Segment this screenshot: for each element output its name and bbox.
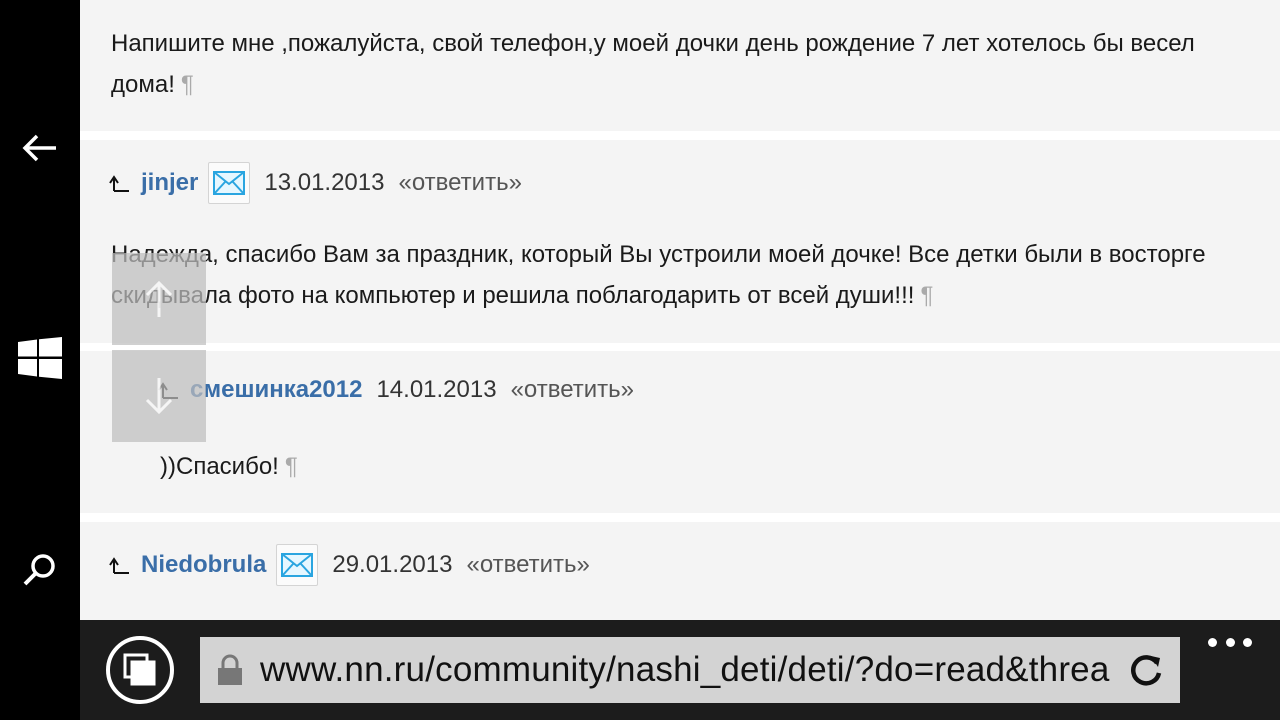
more-icon-dot <box>1243 637 1252 647</box>
page-content[interactable]: Напишите мне ,пожалуйста, свой телефон,у… <box>80 0 1280 620</box>
back-button[interactable] <box>0 118 80 178</box>
pilcrow-mark: ¶ <box>180 71 194 98</box>
windows-logo-icon <box>18 337 62 379</box>
mail-icon <box>213 171 246 195</box>
more-icon-dot <box>1225 637 1235 647</box>
reply-link[interactable]: «ответить» <box>466 551 589 579</box>
comment-date: 29.01.2013 <box>332 551 453 578</box>
comment-reply-post: смешинка2012 14.01.2013 «ответить» ))Спа… <box>80 351 1280 513</box>
comment-meta: Niedobrula 29.01.2013 «ответить» <box>109 543 590 587</box>
comment-line: Напишите мне ,пожалуйста, свой телефон,у… <box>111 30 1195 57</box>
comment-post: jinjer 13.01.2013 «ответить» Надежда, сп… <box>80 140 1280 343</box>
pilcrow-mark: ¶ <box>920 282 934 309</box>
refresh-icon <box>1131 655 1162 686</box>
comment-post: Напишите мне ,пожалуйста, свой телефон,у… <box>80 0 1280 131</box>
comment-text: Надежда, спасибо Вам за праздник, которы… <box>111 234 1206 316</box>
comment-line: Надежда, спасибо Вам за праздник, которы… <box>111 241 1206 268</box>
send-message-button[interactable] <box>208 162 251 204</box>
send-message-button[interactable] <box>276 544 319 586</box>
system-nav-bar <box>0 0 80 720</box>
more-button[interactable] <box>1208 630 1252 654</box>
author-link[interactable]: Niedobrula <box>141 551 266 579</box>
comment-post: Niedobrula 29.01.2013 «ответить» <box>80 522 1280 620</box>
lock-icon <box>200 654 260 686</box>
comment-line: скидывала фото на компьютер и решила поб… <box>111 282 915 309</box>
scroll-up-button[interactable] <box>112 253 206 345</box>
browser-address-bar: www.nn.ru/community/nashi_deti/deti/?do=… <box>80 620 1280 720</box>
comment-date: 14.01.2013 <box>376 376 497 403</box>
comment-text: Напишите мне ,пожалуйста, свой телефон,у… <box>111 23 1195 105</box>
comment-meta: смешинка2012 14.01.2013 «ответить» <box>158 368 634 412</box>
scroll-down-button[interactable] <box>112 350 206 442</box>
comment-line: дома! <box>111 71 175 98</box>
refresh-button[interactable] <box>1122 653 1172 687</box>
tabs-button[interactable] <box>106 636 174 704</box>
scroll-down-icon <box>145 378 173 415</box>
reply-arrow-icon <box>109 173 131 193</box>
scroll-up-icon <box>145 280 173 317</box>
more-icon <box>1208 637 1217 647</box>
search-button[interactable] <box>0 540 80 600</box>
back-arrow-icon <box>22 134 56 162</box>
reply-link[interactable]: «ответить» <box>398 169 521 197</box>
author-link[interactable]: смешинка2012 <box>190 376 362 404</box>
comment-text: ))Спасибо! ¶ <box>160 446 298 487</box>
reply-arrow-icon <box>109 555 131 575</box>
pilcrow-mark: ¶ <box>284 453 298 480</box>
mail-icon <box>281 553 314 577</box>
comment-date: 13.01.2013 <box>264 169 385 196</box>
author-link[interactable]: jinjer <box>141 169 198 197</box>
url-field[interactable]: www.nn.ru/community/nashi_deti/deti/?do=… <box>200 637 1180 703</box>
url-text[interactable]: www.nn.ru/community/nashi_deti/deti/?do=… <box>260 650 1122 690</box>
comment-meta: jinjer 13.01.2013 «ответить» <box>109 161 522 205</box>
reply-link[interactable]: «ответить» <box>511 376 634 404</box>
search-icon <box>23 554 55 586</box>
start-button[interactable] <box>0 328 80 388</box>
tabs-icon <box>123 653 156 686</box>
comment-line: ))Спасибо! <box>160 453 279 480</box>
